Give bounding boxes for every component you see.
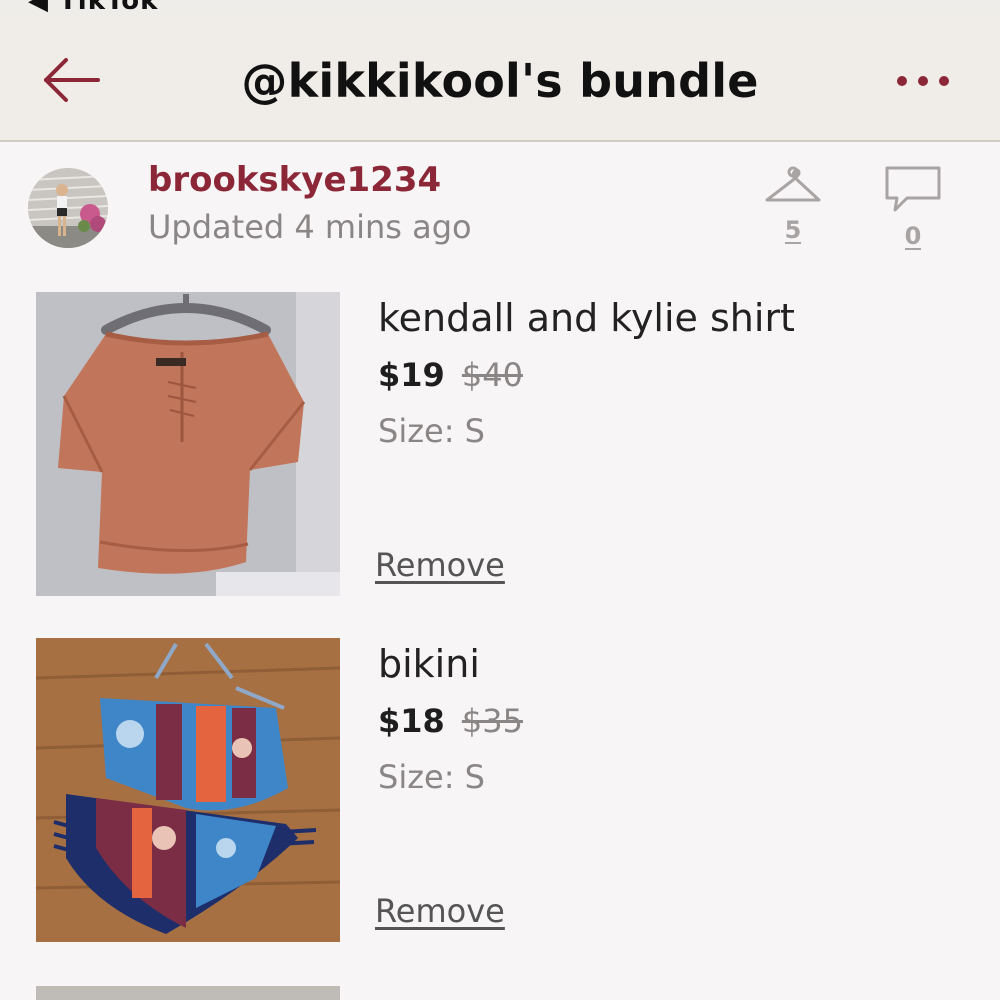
comments-stat[interactable]: 0	[878, 164, 948, 250]
price-row: $18 $35	[378, 702, 523, 740]
item-photo-bikini[interactable]	[36, 638, 340, 942]
item-size: Size: S	[378, 758, 485, 796]
item-photo-shirt[interactable]	[36, 292, 340, 596]
item-title[interactable]: kendall and kylie shirt	[378, 296, 795, 340]
comment-icon	[885, 166, 941, 212]
more-options-button[interactable]	[888, 66, 958, 96]
remove-button[interactable]: Remove	[375, 892, 505, 930]
page-title: @kikkikool's bundle	[241, 54, 759, 108]
item-photo-partial[interactable]	[36, 986, 340, 1000]
item-title[interactable]: bikini	[378, 642, 480, 686]
app-header: @kikkikool's bundle	[0, 14, 1000, 142]
status-back-to-app[interactable]: ◀ TikTok	[28, 0, 158, 14]
item-size: Size: S	[378, 412, 485, 450]
item-original-price: $40	[461, 356, 523, 394]
status-bar: ◀ TikTok	[0, 0, 1000, 14]
item-price: $18	[378, 702, 445, 740]
bundle-item: bikini $18 $35 Size: S Remove	[0, 638, 1000, 948]
price-row: $19 $40	[378, 356, 523, 394]
updated-time: Updated 4 mins ago	[148, 208, 472, 246]
hanger-icon	[765, 166, 821, 202]
seller-row: brookskye1234 Updated 4 mins ago 5 0	[0, 144, 1000, 274]
avatar-image	[28, 168, 108, 248]
comments-count: 0	[904, 222, 922, 250]
seller-username[interactable]: brookskye1234	[148, 160, 441, 200]
bundle-item: kendall and kylie shirt $19 $40 Size: S …	[0, 292, 1000, 602]
remove-button[interactable]: Remove	[375, 546, 505, 584]
avatar[interactable]	[28, 168, 108, 248]
item-original-price: $35	[461, 702, 523, 740]
likes-stat[interactable]: 5	[758, 164, 828, 244]
likes-count: 5	[784, 216, 802, 244]
more-dots-icon	[897, 76, 949, 86]
item-price: $19	[378, 356, 445, 394]
